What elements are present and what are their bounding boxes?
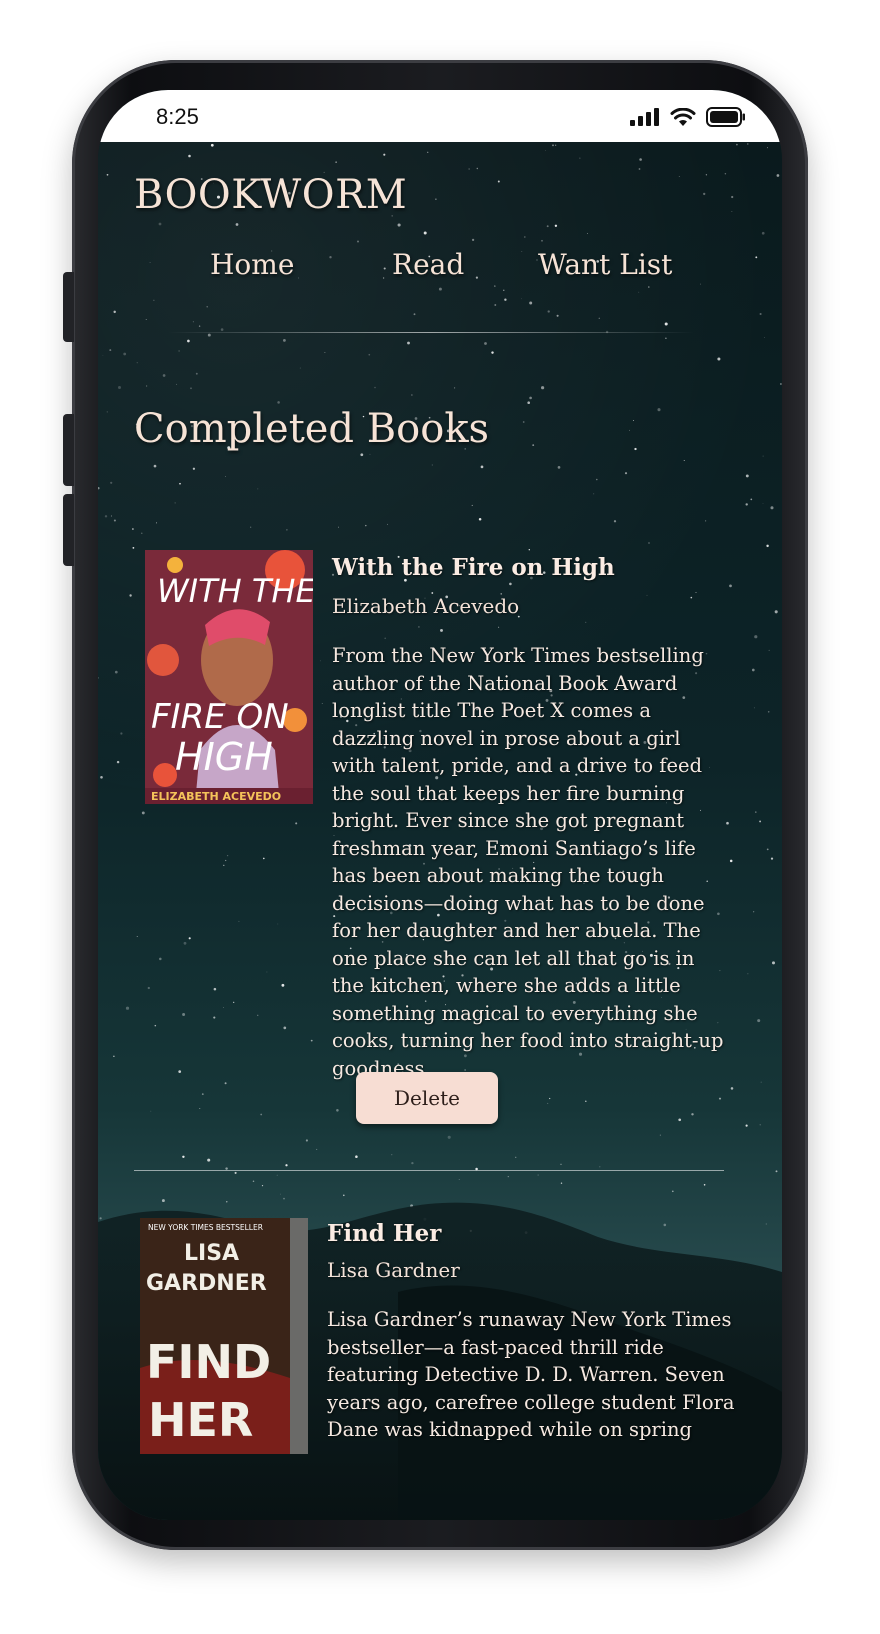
book-title[interactable]: Find Her bbox=[327, 1220, 441, 1247]
app-brand[interactable]: BOOKWORM bbox=[134, 172, 407, 218]
main-nav: Home Read Want List bbox=[98, 248, 782, 292]
page-title: Completed Books bbox=[134, 406, 490, 452]
svg-text:ELIZABETH ACEVEDO: ELIZABETH ACEVEDO bbox=[151, 790, 281, 803]
app-content[interactable]: BOOKWORM Home Read Want List Completed B… bbox=[98, 142, 782, 1520]
svg-text:FIRE ON: FIRE ON bbox=[151, 697, 289, 737]
svg-text:FIND: FIND bbox=[146, 1335, 271, 1389]
signal-icon bbox=[630, 108, 659, 126]
battery-icon bbox=[706, 107, 745, 127]
book-divider bbox=[134, 1170, 724, 1171]
status-time: 8:25 bbox=[156, 104, 199, 129]
grapefruit-icon bbox=[147, 644, 179, 676]
svg-text:LISA: LISA bbox=[184, 1241, 239, 1266]
nav-read[interactable]: Read bbox=[392, 248, 464, 281]
svg-text:WITH THE: WITH THE bbox=[157, 572, 313, 610]
book-card: NEW YORK TIMES BESTSELLER LISA GARDNER F… bbox=[98, 1218, 782, 1520]
nav-want-list[interactable]: Want List bbox=[538, 248, 672, 281]
book-cover-art: WITH THE FIRE ON HIGH ELIZABETH ACEVEDO bbox=[145, 550, 313, 804]
book-description: Lisa Gardner’s runaway New York Times be… bbox=[327, 1308, 735, 1441]
volume-down-button bbox=[63, 494, 74, 566]
book-author: Elizabeth Acevedo bbox=[332, 594, 520, 618]
svg-text:NEW YORK TIMES BESTSELLER: NEW YORK TIMES BESTSELLER bbox=[148, 1223, 263, 1232]
silent-switch bbox=[63, 272, 74, 342]
book-description: From the New York Times bestselling auth… bbox=[332, 644, 724, 1080]
status-bar: 8:25 bbox=[98, 90, 782, 142]
nav-divider bbox=[168, 332, 694, 333]
status-icons bbox=[630, 107, 746, 127]
volume-up-button bbox=[63, 414, 74, 486]
book-title[interactable]: With the Fire on High bbox=[332, 554, 615, 581]
book-cover: NEW YORK TIMES BESTSELLER LISA GARDNER F… bbox=[140, 1218, 308, 1454]
delete-button[interactable]: Delete bbox=[356, 1072, 498, 1124]
phone-screen: 8:25 BOOKWORM Home Read Want List Comple… bbox=[98, 90, 782, 1520]
nav-home[interactable]: Home bbox=[210, 248, 294, 281]
book-cover: WITH THE FIRE ON HIGH ELIZABETH ACEVEDO bbox=[145, 550, 313, 804]
book-cover-art: NEW YORK TIMES BESTSELLER LISA GARDNER F… bbox=[140, 1218, 308, 1454]
book-author: Lisa Gardner bbox=[327, 1258, 460, 1282]
svg-text:GARDNER: GARDNER bbox=[146, 1271, 267, 1296]
book-card: WITH THE FIRE ON HIGH ELIZABETH ACEVEDO … bbox=[98, 550, 782, 1180]
wifi-icon bbox=[670, 107, 696, 126]
svg-text:HER: HER bbox=[148, 1393, 253, 1447]
svg-text:HIGH: HIGH bbox=[175, 735, 273, 779]
